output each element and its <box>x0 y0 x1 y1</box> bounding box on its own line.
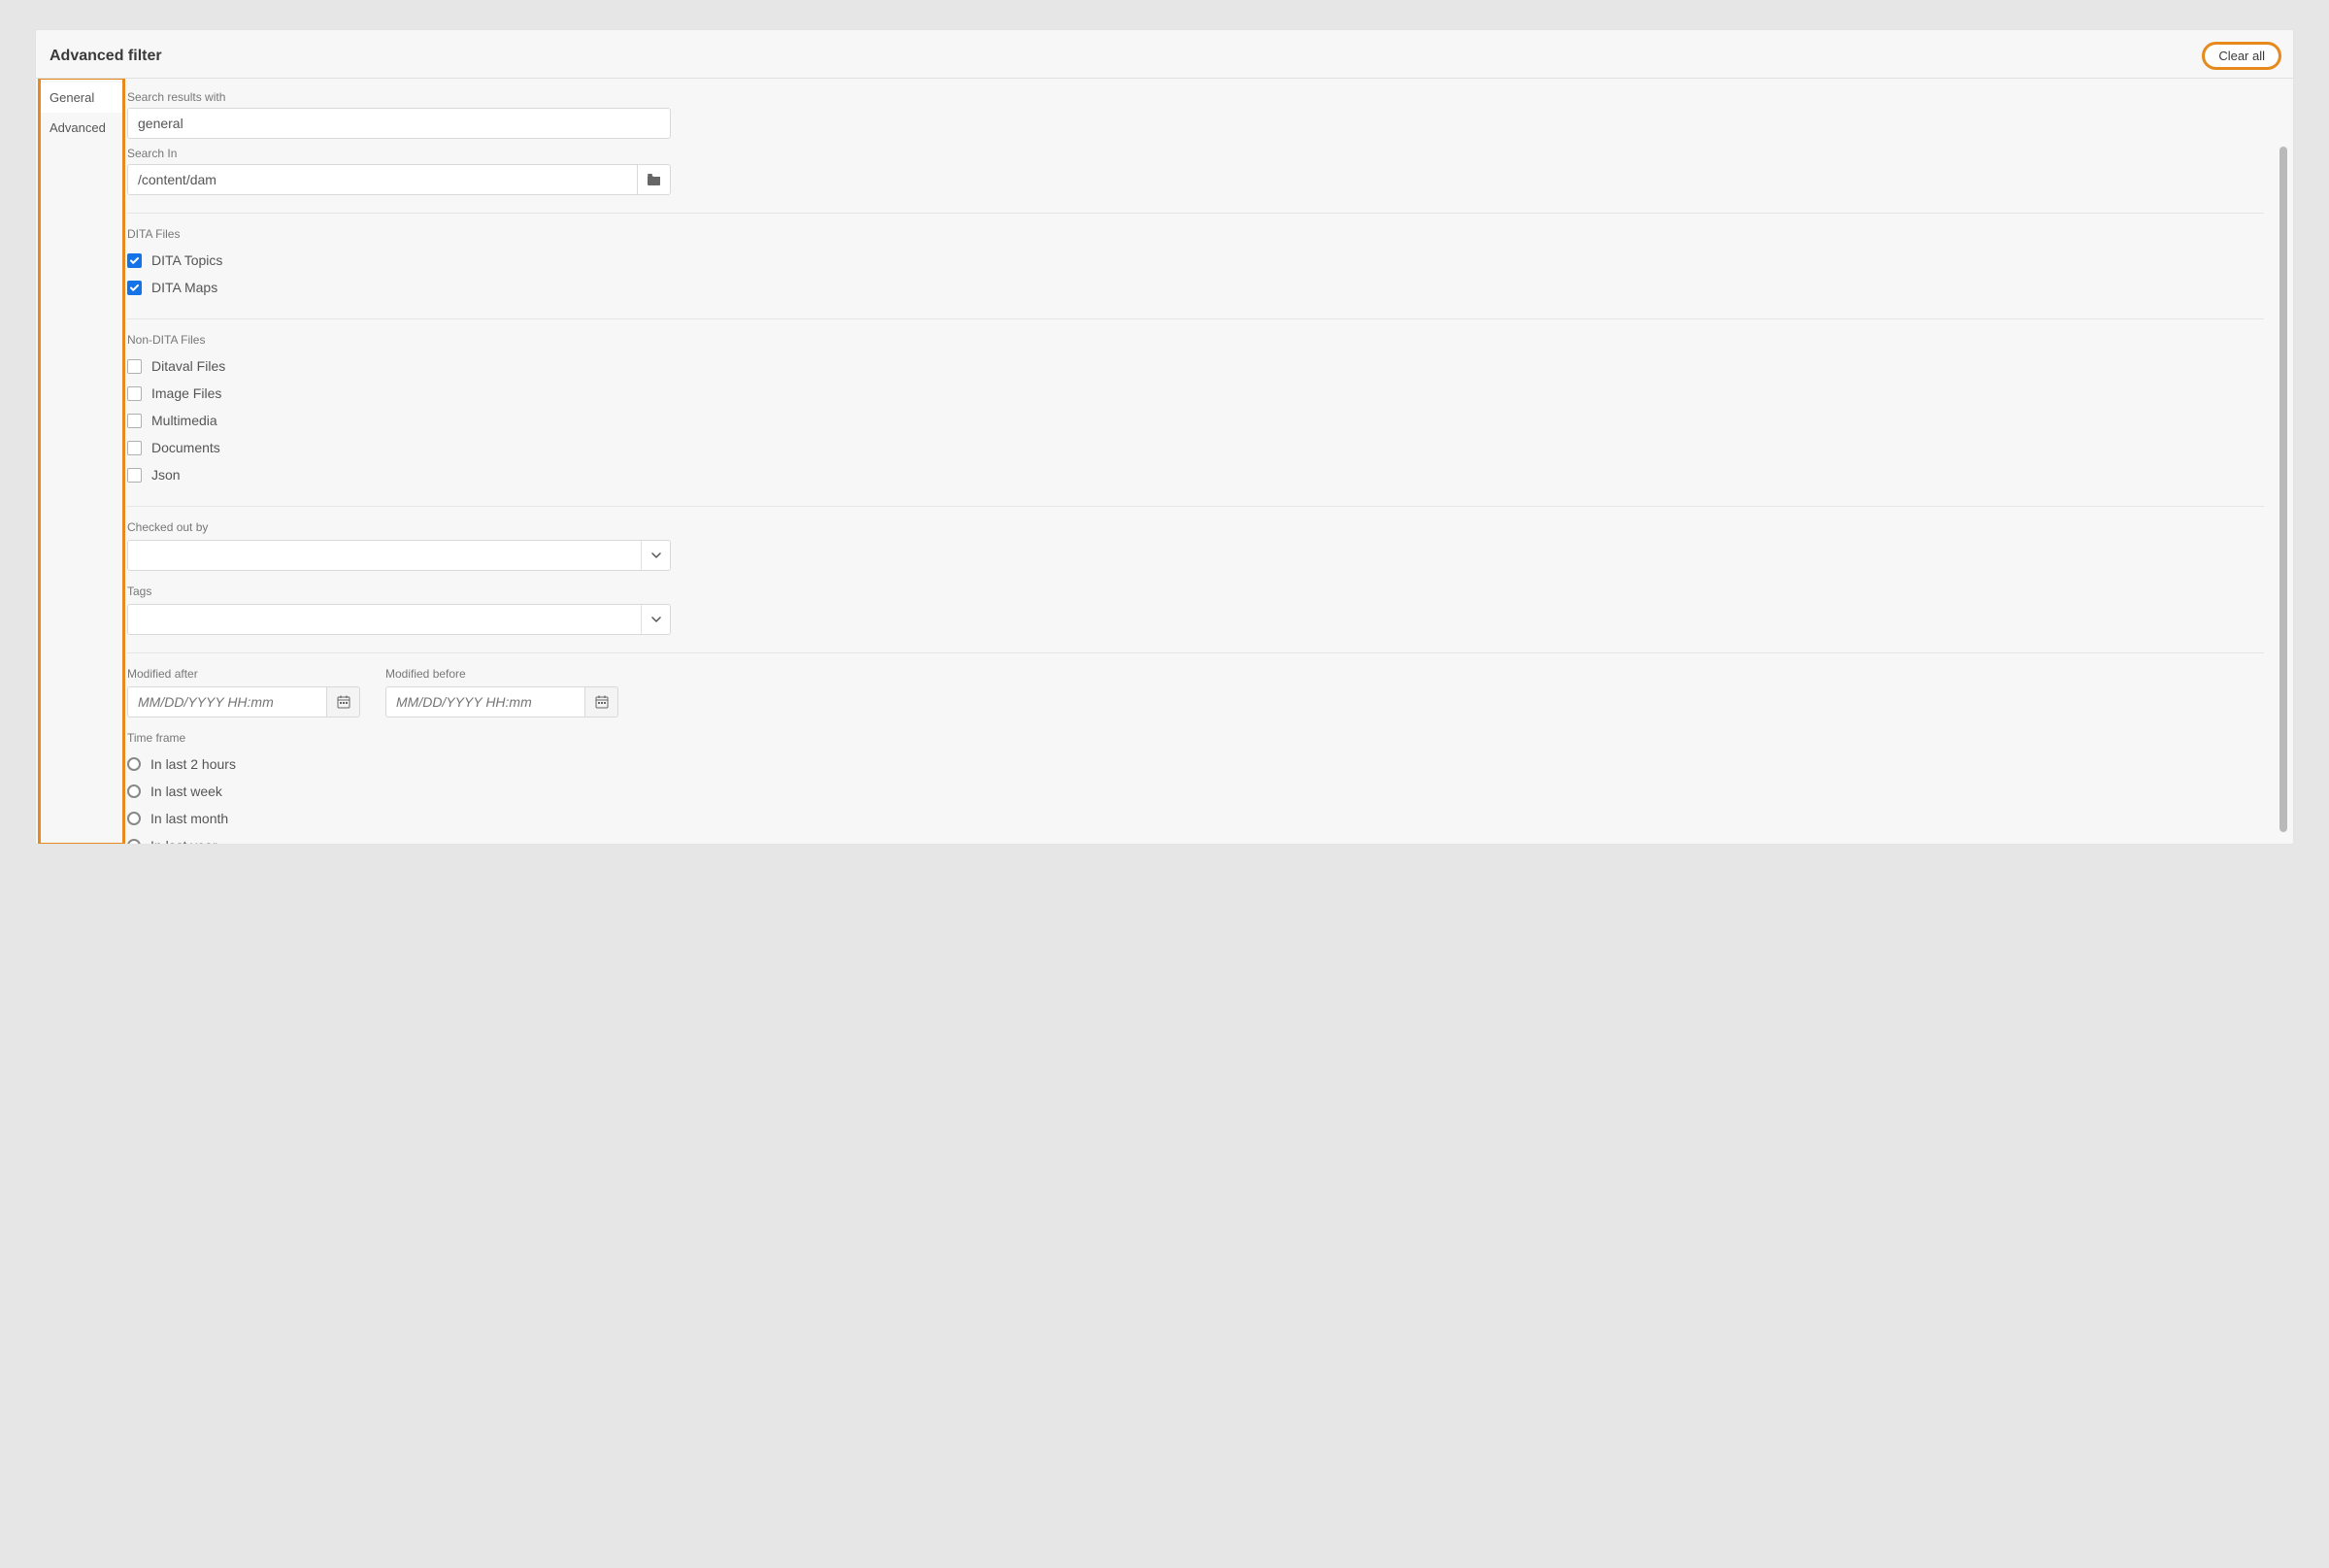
checkbox-documents-row: Documents <box>127 434 2264 461</box>
checkbox-multimedia-label: Multimedia <box>151 413 217 428</box>
radio-2hours-label: In last 2 hours <box>150 756 236 772</box>
chevron-down-icon[interactable] <box>641 605 670 634</box>
tab-general[interactable]: General <box>40 83 123 113</box>
filter-tabs: General Advanced <box>40 79 123 844</box>
checkbox-image-row: Image Files <box>127 380 2264 407</box>
radio-year-row: In last year <box>127 832 2264 844</box>
timeframe-label: Time frame <box>127 731 2264 745</box>
checkbox-image[interactable] <box>127 386 142 401</box>
checkbox-documents[interactable] <box>127 441 142 455</box>
checkbox-dita-topics-row: DITA Topics <box>127 247 2264 274</box>
radio-year[interactable] <box>127 839 141 844</box>
panel-title: Advanced filter <box>50 48 162 65</box>
radio-week-row: In last week <box>127 778 2264 805</box>
checkbox-ditaval-row: Ditaval Files <box>127 352 2264 380</box>
checkbox-image-label: Image Files <box>151 385 221 401</box>
modified-before-col: Modified before <box>385 667 618 717</box>
modified-after-col: Modified after <box>127 667 360 717</box>
advanced-filter-panel: Advanced filter Clear all General Advanc… <box>35 29 2294 845</box>
checkbox-ditaval-label: Ditaval Files <box>151 358 225 374</box>
checkbox-json[interactable] <box>127 468 142 483</box>
checkbox-multimedia[interactable] <box>127 414 142 428</box>
radio-month-label: In last month <box>150 811 228 826</box>
search-in-wrapper <box>127 164 671 195</box>
radio-month[interactable] <box>127 812 141 825</box>
modified-after-wrap <box>127 686 360 717</box>
date-row: Modified after Modified before <box>127 667 2264 717</box>
panel-body: General Advanced Search results with Sea… <box>36 79 2293 844</box>
search-results-label: Search results with <box>127 90 2264 104</box>
checkbox-dita-maps-row: DITA Maps <box>127 274 2264 301</box>
modified-after-label: Modified after <box>127 667 360 681</box>
checkbox-dita-maps-label: DITA Maps <box>151 280 217 295</box>
checkbox-multimedia-row: Multimedia <box>127 407 2264 434</box>
filter-content[interactable]: Search results with Search In DITA Files… <box>123 79 2293 844</box>
filter-content-inner: Search results with Search In DITA Files… <box>127 90 2264 844</box>
tab-advanced[interactable]: Advanced <box>40 113 123 143</box>
search-results-input[interactable] <box>127 108 671 139</box>
checkbox-documents-label: Documents <box>151 440 220 455</box>
tags-label: Tags <box>127 584 2264 598</box>
checkbox-dita-maps[interactable] <box>127 281 142 295</box>
checkbox-dita-topics[interactable] <box>127 253 142 268</box>
tags-input[interactable] <box>128 605 641 634</box>
panel-header: Advanced filter Clear all <box>36 30 2293 79</box>
chevron-down-icon[interactable] <box>641 541 670 570</box>
checked-out-by-label: Checked out by <box>127 520 2264 534</box>
radio-year-label: In last year <box>150 838 216 844</box>
modified-before-wrap <box>385 686 618 717</box>
checked-out-by-input[interactable] <box>128 541 641 570</box>
calendar-icon[interactable] <box>585 686 618 717</box>
clear-all-button[interactable]: Clear all <box>2204 44 2279 68</box>
radio-week[interactable] <box>127 784 141 798</box>
modified-before-input[interactable] <box>385 686 585 717</box>
dita-section-title: DITA Files <box>127 227 2264 241</box>
scrollbar[interactable] <box>2279 147 2287 832</box>
search-in-label: Search In <box>127 147 2264 160</box>
radio-2hours-row: In last 2 hours <box>127 751 2264 778</box>
modified-before-label: Modified before <box>385 667 618 681</box>
modified-after-input[interactable] <box>127 686 327 717</box>
checkbox-json-row: Json <box>127 461 2264 488</box>
radio-month-row: In last month <box>127 805 2264 832</box>
radio-2hours[interactable] <box>127 757 141 771</box>
nondita-section-title: Non-DITA Files <box>127 333 2264 347</box>
folder-icon[interactable] <box>638 164 671 195</box>
radio-week-label: In last week <box>150 784 222 799</box>
checked-out-by-combo <box>127 540 671 571</box>
tags-combo <box>127 604 671 635</box>
checkbox-dita-topics-label: DITA Topics <box>151 252 222 268</box>
checkbox-json-label: Json <box>151 467 181 483</box>
checkbox-ditaval[interactable] <box>127 359 142 374</box>
calendar-icon[interactable] <box>327 686 360 717</box>
search-in-input[interactable] <box>127 164 638 195</box>
